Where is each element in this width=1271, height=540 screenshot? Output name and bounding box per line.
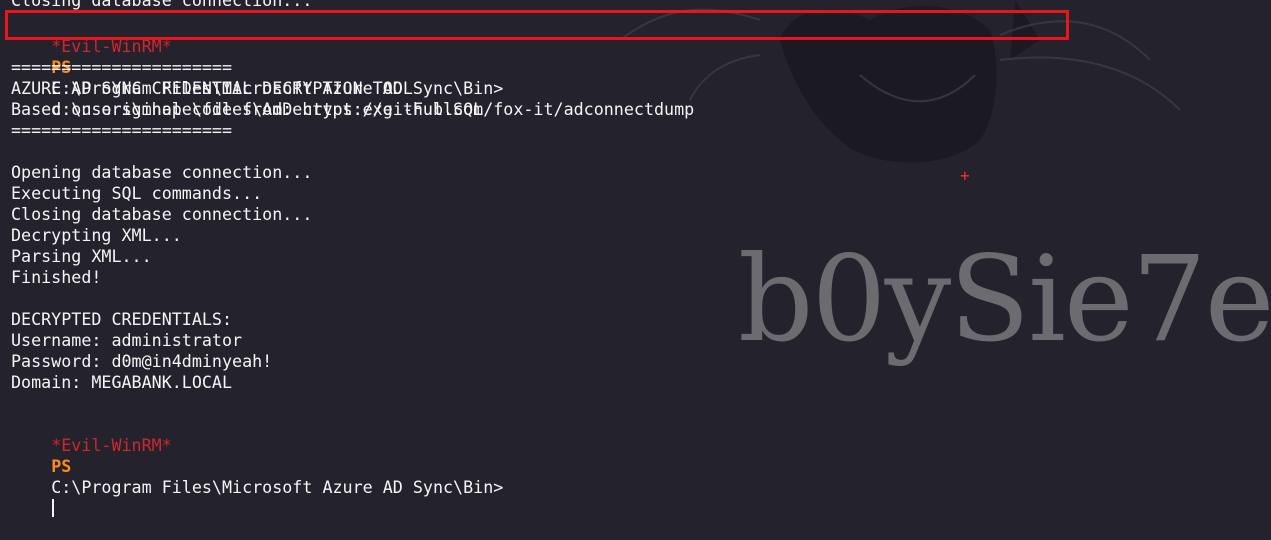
prompt-ps: PS bbox=[51, 456, 72, 476]
step-line: Executing SQL commands... bbox=[11, 183, 263, 203]
password-line: Password: d0m@in4dminyeah! bbox=[11, 351, 273, 371]
step-line: Closing database connection... bbox=[11, 204, 313, 224]
text-cursor bbox=[52, 499, 55, 517]
terminal-output[interactable]: Closing database connection... *Evil-Win… bbox=[11, 0, 1271, 517]
step-line: Finished! bbox=[11, 267, 102, 287]
username-line: Username: administrator bbox=[11, 330, 243, 350]
final-prompt-line[interactable]: *Evil-WinRM* PS C:\Program Files\Microso… bbox=[11, 414, 503, 517]
step-line: Parsing XML... bbox=[11, 246, 152, 266]
based-on-line: Based on original code from: https://git… bbox=[11, 99, 695, 119]
domain-line: Domain: MEGABANK.LOCAL bbox=[11, 372, 233, 392]
step-line: Opening database connection... bbox=[11, 162, 313, 182]
prompt-path: C:\Program Files\Microsoft Azure AD Sync… bbox=[51, 477, 504, 497]
command-highlight-box bbox=[5, 10, 1069, 40]
tool-title: AZURE AD SYNC CREDENTIAL DECRYPTION TOOL bbox=[11, 78, 413, 98]
separator-bottom: ====================== bbox=[11, 120, 233, 140]
credentials-header: DECRYPTED CREDENTIALS: bbox=[11, 309, 233, 329]
prompt-tag: *Evil-WinRM* bbox=[51, 435, 172, 455]
separator-top: ====================== bbox=[11, 57, 233, 77]
step-line: Decrypting XML... bbox=[11, 225, 182, 245]
